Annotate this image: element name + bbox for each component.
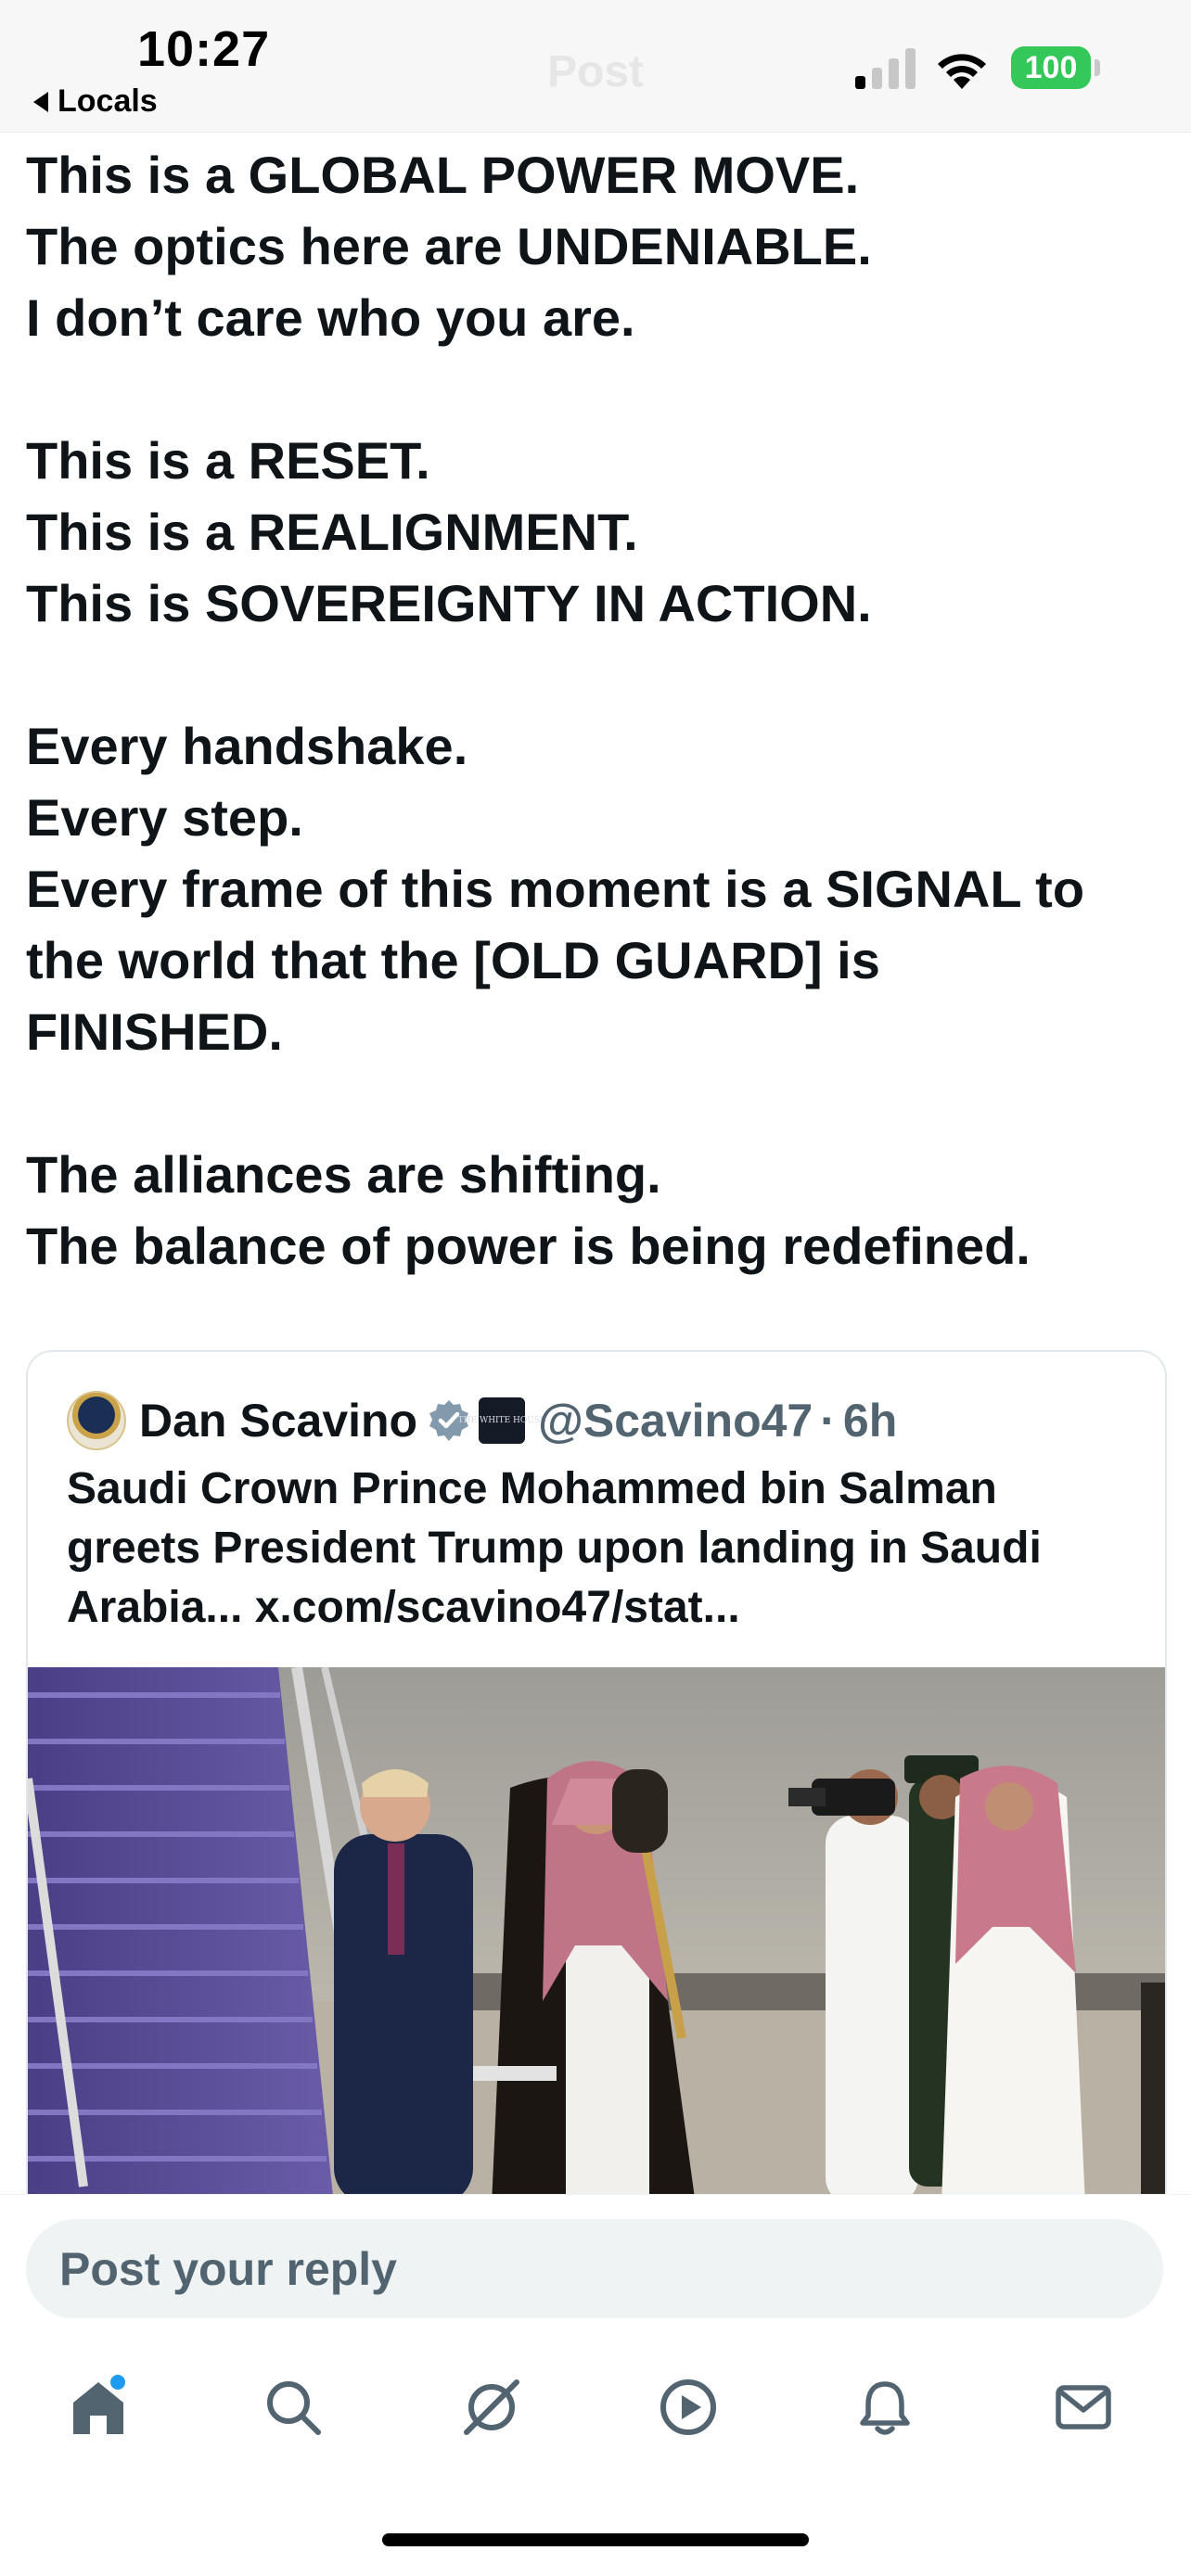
search-icon [267, 2381, 321, 2435]
affiliation-badge[interactable]: THE WHITE HOUSE [458, 1397, 546, 1444]
battery-indicator: 100 [1011, 46, 1091, 89]
reply-input[interactable] [26, 2219, 1163, 2319]
tab-search[interactable] [256, 2370, 330, 2444]
post-text-line: the world that the [OLD GUARD] is [26, 931, 880, 989]
post-time: 6h [842, 1395, 898, 1447]
grok-icon [464, 2379, 519, 2435]
post-text-line: This is a REALIGNMENT. [26, 503, 638, 561]
post-text-line: This is SOVEREIGNTY IN ACTION. [26, 574, 872, 632]
tab-video[interactable] [651, 2370, 725, 2444]
status-bar: 10:27 Locals Post 100 [0, 0, 1191, 133]
quoted-post-photo[interactable] [28, 1667, 1165, 2205]
post-text-line: I don’t care who you are. [26, 288, 635, 347]
tab-home[interactable] [61, 2370, 135, 2444]
quoted-post-header: Dan Scavino THE WHITE HOUSE @Scavino47 ·… [67, 1391, 897, 1450]
bell-icon [860, 2381, 910, 2435]
separator-dot: · [820, 1395, 836, 1447]
battery-cap [1095, 59, 1100, 76]
home-indicator[interactable] [382, 2533, 809, 2546]
tab-grok[interactable] [455, 2370, 529, 2444]
quoted-post-text: Saudi Crown Prince Mohammed bin Salman g… [67, 1464, 1042, 1632]
photo-image [28, 1667, 1165, 2205]
post-text-line: The balance of power is being redefined. [26, 1217, 1031, 1275]
cellular-signal-icon [855, 48, 916, 89]
mail-icon [1056, 2385, 1111, 2429]
new-content-badge [108, 2372, 128, 2392]
post-text-line: This is a GLOBAL POWER MOVE. [26, 146, 860, 204]
post-text-line: Every frame of this moment is a SIGNAL t… [26, 860, 1085, 918]
reply-bar [0, 2194, 1191, 2319]
post-text-line: FINISHED. [26, 1002, 283, 1061]
avatar[interactable] [67, 1391, 126, 1450]
post-text-line: This is a RESET. [26, 431, 430, 490]
author-handle[interactable]: @Scavino47 [538, 1394, 813, 1447]
post-text-line: The alliances are shifting. [26, 1145, 661, 1204]
tab-notifications[interactable] [848, 2370, 922, 2444]
post-body: This is a GLOBAL POWER MOVE. The optics h… [26, 139, 1165, 1282]
tab-messages[interactable] [1046, 2370, 1121, 2444]
quoted-post-card[interactable]: Dan Scavino THE WHITE HOUSE @Scavino47 ·… [26, 1350, 1167, 2205]
post-text-line: Every step. [26, 788, 303, 847]
post-text-line: The optics here are UNDENIABLE. [26, 217, 872, 275]
play-icon [660, 2379, 716, 2435]
author-name[interactable]: Dan Scavino [139, 1394, 417, 1447]
post-text-line: Every handshake. [26, 717, 468, 775]
wifi-icon [938, 54, 986, 89]
